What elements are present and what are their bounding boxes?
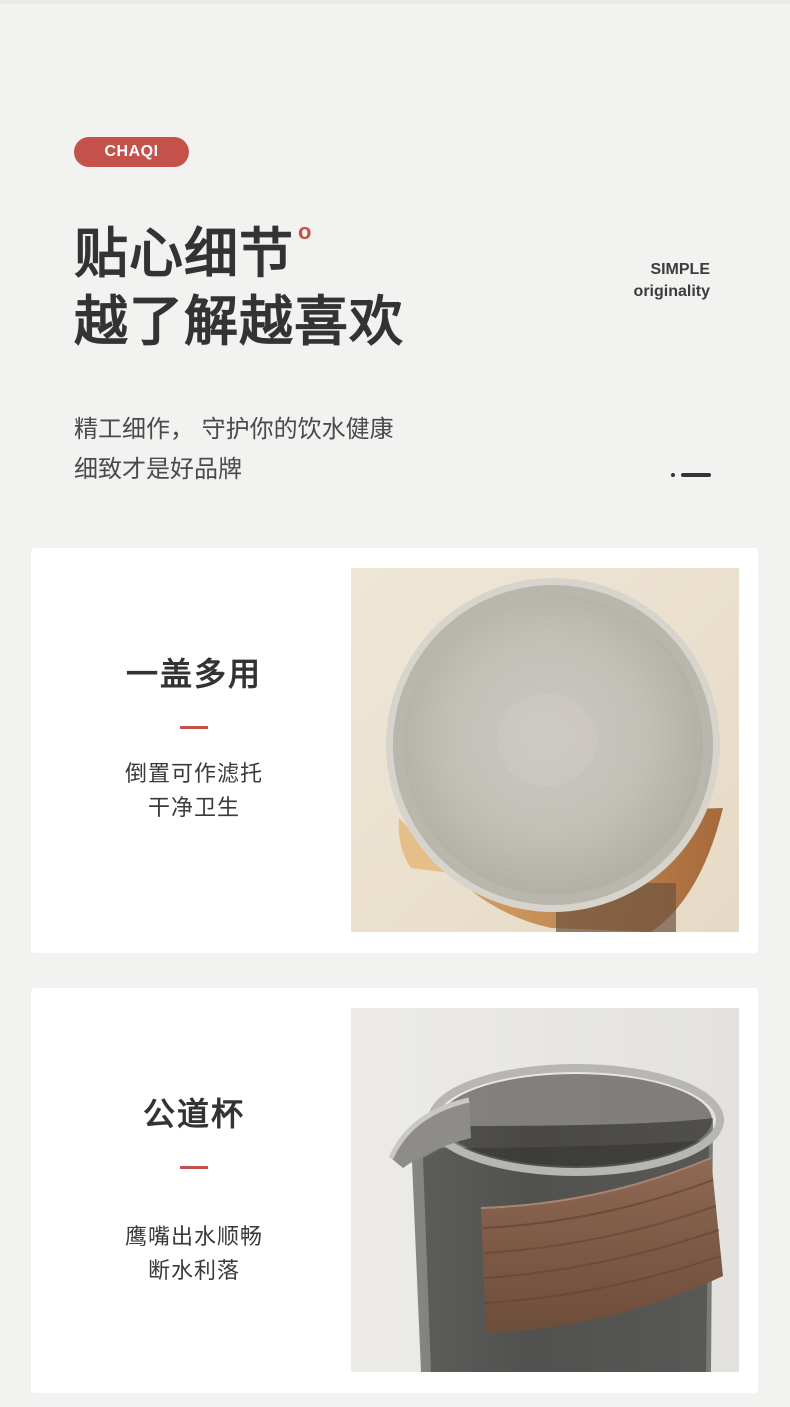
intro-description: 精工细作， 守护你的饮水健康 细致才是好品牌 bbox=[74, 409, 394, 489]
feature-description: 鹰嘴出水顺畅 断水利落 bbox=[31, 1221, 357, 1289]
feature-card-text: 公道杯 鹰嘴出水顺畅 断水利落 bbox=[31, 988, 357, 1393]
feature-accent-bar bbox=[180, 726, 208, 729]
feature-desc-line-2: 干净卫生 bbox=[147, 796, 240, 821]
brand-badge: CHAQI bbox=[74, 137, 189, 167]
tagline-line-1: SIMPLE bbox=[650, 261, 710, 278]
title-degree-mark: o bbox=[298, 219, 313, 244]
title-line-1-text: 贴心细节 bbox=[74, 222, 294, 285]
title-line-1: 贴心细节 o bbox=[74, 219, 404, 288]
feature-title: 一盖多用 bbox=[125, 655, 262, 693]
feature-desc-line-1: 鹰嘴出水顺畅 bbox=[124, 1225, 263, 1250]
feature-card-pitcher: 公道杯 鹰嘴出水顺畅 断水利落 bbox=[31, 988, 758, 1393]
english-tagline: SIMPLE originality bbox=[634, 259, 710, 303]
intro-line-1: 精工细作， 守护你的饮水健康 bbox=[74, 415, 394, 443]
top-divider bbox=[0, 0, 790, 4]
feature-title: 公道杯 bbox=[142, 1095, 245, 1133]
glass-pitcher-photo bbox=[351, 1008, 739, 1372]
intro-line-2: 细致才是好品牌 bbox=[74, 455, 242, 483]
feature-accent-bar bbox=[180, 1166, 208, 1169]
feature-card-text: 一盖多用 倒置可作滤托 干净卫生 bbox=[31, 548, 357, 953]
page-title: 贴心细节 o 越了解越喜欢 bbox=[74, 219, 404, 356]
deco-bar bbox=[681, 473, 711, 477]
feature-desc-line-2: 断水利落 bbox=[147, 1259, 240, 1284]
tagline-line-2: originality bbox=[633, 283, 710, 300]
feature-description: 倒置可作滤托 干净卫生 bbox=[31, 758, 357, 826]
feature-desc-line-1: 倒置可作滤托 bbox=[124, 762, 263, 787]
title-line-2: 越了解越喜欢 bbox=[74, 290, 404, 353]
decorative-dash bbox=[671, 472, 711, 477]
deco-dot bbox=[671, 473, 675, 477]
feature-card-lid: 一盖多用 倒置可作滤托 干净卫生 bbox=[31, 548, 758, 953]
lid-top-view-photo bbox=[351, 568, 739, 932]
